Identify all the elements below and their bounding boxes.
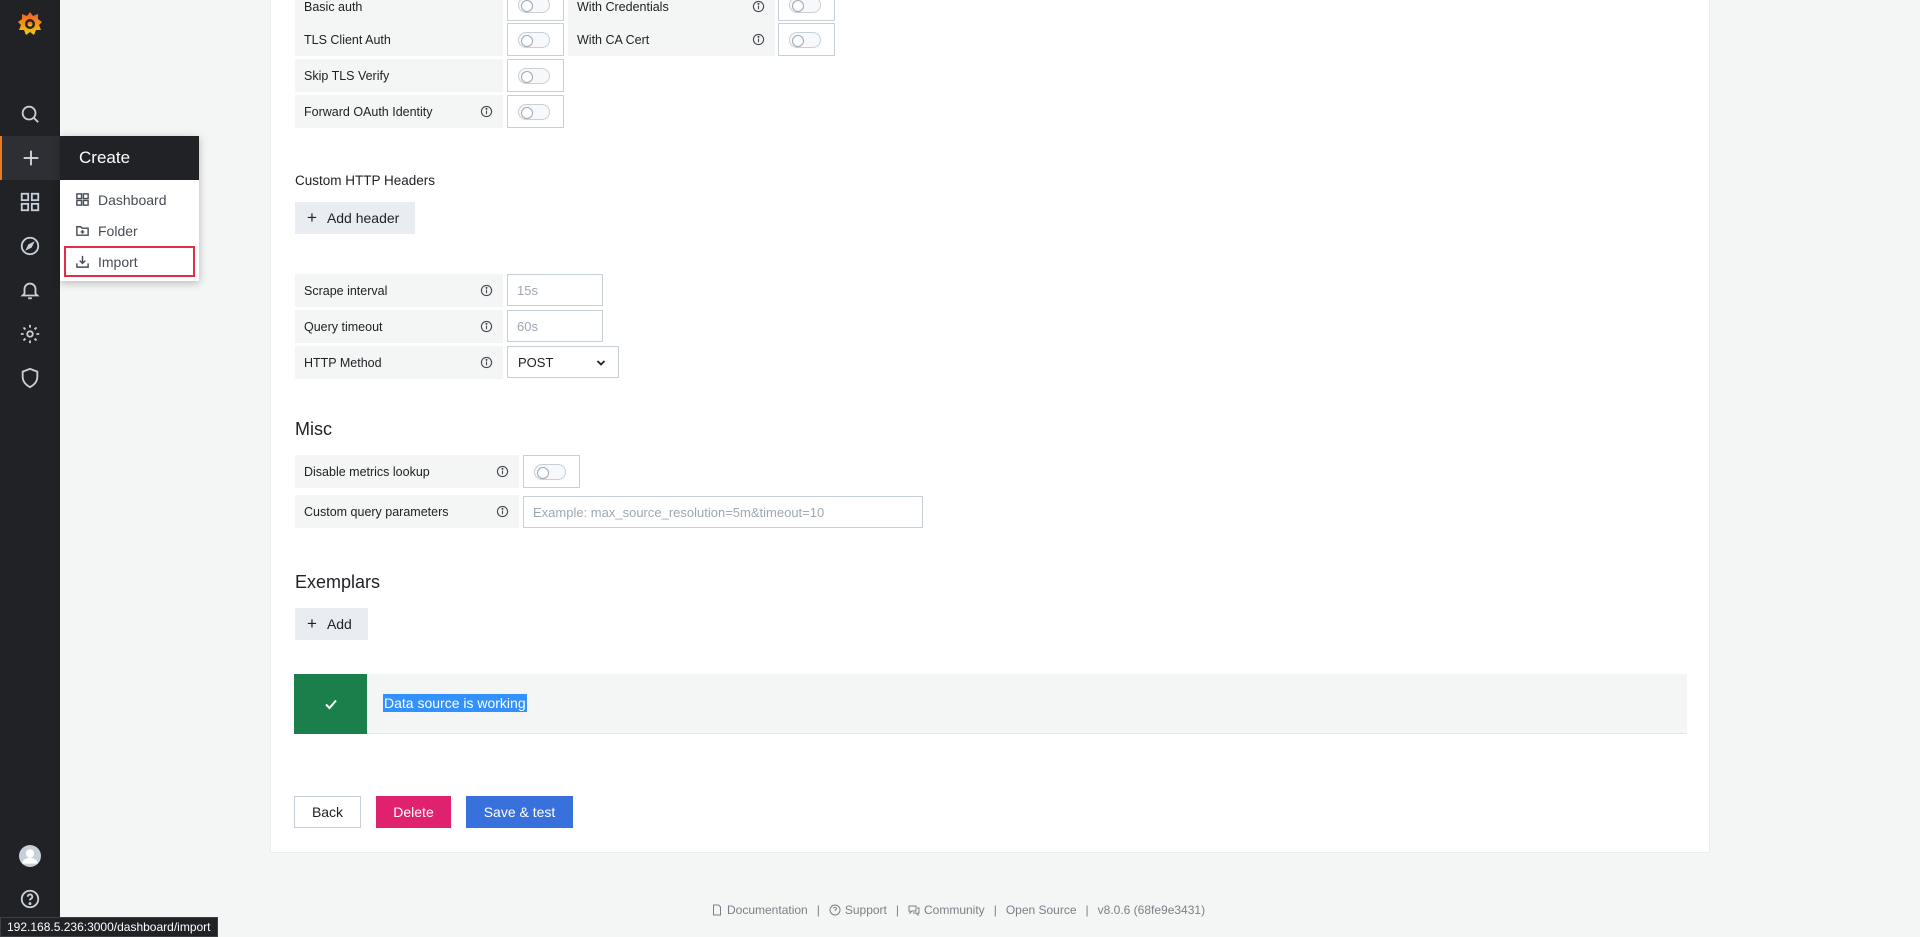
comments-icon	[908, 905, 920, 916]
skip-tls-verify-label: Skip TLS Verify	[295, 59, 503, 92]
toggle-switch[interactable]	[518, 67, 550, 84]
query-timeout-input[interactable]: 60s	[507, 310, 603, 342]
toggle-switch[interactable]	[789, 31, 821, 48]
forward-oauth-toggle[interactable]	[507, 95, 564, 128]
footer-support-link[interactable]: Support	[829, 903, 887, 917]
browser-status-url: 192.168.5.236:3000/dashboard/import	[0, 917, 218, 937]
profile-button[interactable]	[0, 834, 60, 878]
save-test-button[interactable]: Save & test	[466, 796, 573, 828]
info-circle-icon[interactable]	[752, 0, 765, 13]
sidebar	[0, 0, 60, 937]
add-exemplar-button[interactable]: + Add	[295, 608, 368, 640]
check-icon	[324, 699, 337, 710]
cog-icon	[20, 324, 40, 344]
create-menu-item-label: Dashboard	[98, 191, 167, 208]
compass-icon	[20, 236, 40, 256]
delete-button[interactable]: Delete	[376, 796, 451, 828]
custom-query-input[interactable]: Example: max_source_resolution=5m&timeou…	[523, 496, 923, 528]
document-info-icon	[713, 904, 721, 916]
create-menu-item-import[interactable]: Import	[64, 246, 195, 277]
server-admin-button[interactable]	[0, 356, 60, 400]
alert-icon-box	[294, 674, 367, 734]
skip-tls-verify-toggle[interactable]	[507, 59, 564, 92]
footer: Documentation | Support | Community | Op…	[711, 903, 1205, 917]
toggle-switch[interactable]	[518, 31, 550, 48]
query-timeout-label: Query timeout	[295, 310, 503, 343]
basic-auth-label: Basic auth	[295, 0, 503, 23]
explore-button[interactable]	[0, 224, 60, 268]
create-menu: Create Dashboard Folder Import	[60, 136, 199, 281]
dashboards-button[interactable]	[0, 180, 60, 224]
with-credentials-toggle[interactable]	[778, 0, 835, 21]
http-method-label: HTTP Method	[295, 346, 503, 379]
alert-message: Data source is working	[383, 694, 527, 712]
footer-separator: |	[993, 903, 997, 917]
tls-client-auth-toggle[interactable]	[507, 23, 564, 56]
footer-version[interactable]: v8.0.6 (68fe9e3431)	[1098, 903, 1205, 917]
toggle-switch[interactable]	[534, 463, 566, 480]
back-button[interactable]: Back	[294, 796, 361, 828]
footer-open-source-link[interactable]: Open Source	[1006, 903, 1077, 917]
configuration-button[interactable]	[0, 312, 60, 356]
plus-icon: +	[307, 614, 317, 633]
apps-icon	[76, 193, 89, 206]
avatar	[19, 845, 41, 867]
info-circle-icon[interactable]	[480, 105, 493, 118]
info-circle-icon[interactable]	[752, 33, 765, 46]
shield-icon	[21, 367, 39, 389]
scrape-interval-input[interactable]: 15s	[507, 274, 603, 306]
info-circle-icon[interactable]	[496, 465, 509, 478]
info-circle-icon[interactable]	[480, 356, 493, 369]
footer-documentation-link[interactable]: Documentation	[711, 903, 808, 917]
disable-metrics-toggle[interactable]	[523, 455, 580, 488]
import-icon	[76, 255, 89, 268]
bell-icon	[20, 282, 40, 300]
misc-title: Misc	[295, 419, 332, 439]
plus-icon: +	[307, 208, 317, 227]
with-ca-cert-label: With CA Cert	[568, 23, 775, 56]
scrape-interval-label: Scrape interval	[295, 274, 503, 307]
create-menu-item-label: Import	[98, 253, 138, 270]
custom-query-label: Custom query parameters	[295, 495, 519, 528]
plus-icon	[23, 150, 39, 166]
toggle-switch[interactable]	[518, 103, 550, 120]
create-menu-title[interactable]: Create	[60, 136, 199, 180]
create-menu-item-label: Folder	[98, 222, 138, 239]
custom-headers-title: Custom HTTP Headers	[295, 173, 436, 188]
grafana-logo-icon[interactable]	[17, 10, 43, 38]
disable-metrics-label: Disable metrics lookup	[295, 455, 519, 488]
info-circle-icon[interactable]	[480, 320, 493, 333]
footer-separator: |	[816, 903, 820, 917]
search-button[interactable]	[0, 92, 60, 136]
question-circle-icon	[20, 889, 40, 909]
create-menu-item-dashboard[interactable]: Dashboard	[64, 184, 195, 215]
footer-separator: |	[895, 903, 899, 917]
forward-oauth-label: Forward OAuth Identity	[295, 95, 503, 128]
info-circle-icon[interactable]	[480, 284, 493, 297]
create-menu-item-folder[interactable]: Folder	[64, 215, 195, 246]
chevron-down-icon	[596, 360, 606, 366]
toggle-switch[interactable]	[789, 0, 821, 13]
with-credentials-label: With Credentials	[568, 0, 775, 23]
exemplars-title: Exemplars	[295, 572, 381, 592]
basic-auth-toggle[interactable]	[507, 0, 564, 21]
footer-separator: |	[1085, 903, 1089, 917]
info-circle-icon[interactable]	[496, 505, 509, 518]
tls-client-auth-label: TLS Client Auth	[295, 23, 503, 56]
datasource-status-alert: Data source is working	[294, 674, 1687, 734]
create-button[interactable]	[0, 136, 60, 180]
with-ca-cert-toggle[interactable]	[778, 23, 835, 56]
search-icon	[21, 105, 39, 123]
toggle-switch[interactable]	[518, 0, 550, 13]
http-method-select[interactable]: POST	[507, 346, 619, 378]
question-circle-icon	[829, 904, 841, 916]
help-button[interactable]	[0, 877, 60, 921]
apps-icon	[20, 192, 40, 212]
add-header-button[interactable]: + Add header	[295, 202, 416, 234]
footer-community-link[interactable]: Community	[908, 903, 985, 917]
folder-plus-icon	[76, 226, 89, 236]
alerting-button[interactable]	[0, 268, 60, 312]
